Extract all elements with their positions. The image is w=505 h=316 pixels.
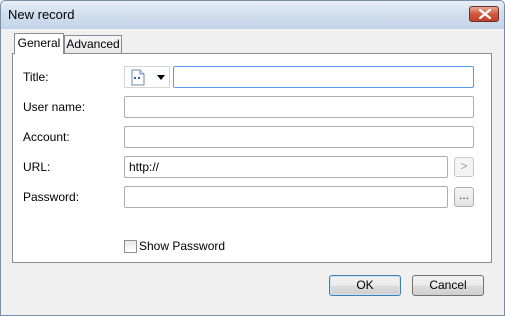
username-label: User name: [23,100,86,114]
tab-general[interactable]: General [14,33,64,54]
close-icon [479,9,491,19]
title-input[interactable] [173,66,474,88]
window-title: New record [8,7,75,22]
dialog-window: New record General Advanced Title: User … [0,0,505,316]
show-password-label[interactable]: Show Password [139,239,225,253]
close-button[interactable] [469,6,499,22]
ok-button[interactable]: OK [329,275,401,296]
account-label: Account: [23,130,70,144]
password-input[interactable] [124,186,448,208]
document-icon [131,69,145,86]
generate-password-button[interactable]: ... [454,187,474,207]
title-label: Title: [23,70,49,84]
url-label: URL: [23,160,51,174]
dialog-body: General Advanced Title: User name: Accou… [5,29,500,311]
general-panel: Title: User name: Account: URL: > [12,53,492,263]
password-label: Password: [23,190,80,204]
account-input[interactable] [124,126,474,148]
url-input[interactable] [124,156,448,178]
icon-picker-dropdown[interactable] [124,66,170,88]
tab-advanced[interactable]: Advanced [64,35,122,54]
show-password-checkbox[interactable] [124,240,137,253]
title-bar[interactable]: New record [1,1,504,29]
open-url-button[interactable]: > [454,157,474,177]
username-input[interactable] [124,96,474,118]
cancel-button[interactable]: Cancel [412,275,484,296]
chevron-down-icon [157,75,165,80]
